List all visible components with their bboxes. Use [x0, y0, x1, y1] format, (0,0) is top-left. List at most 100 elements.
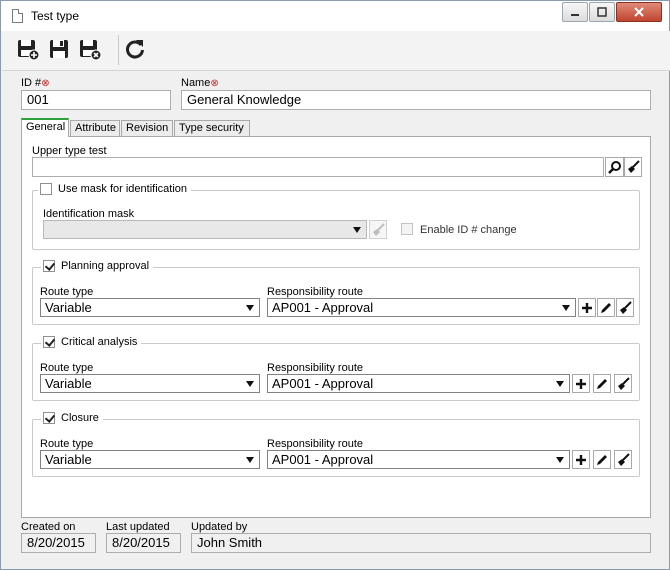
add-route-button[interactable]	[572, 374, 590, 393]
toolbar	[2, 31, 670, 71]
title-bar: Test type	[1, 1, 669, 31]
id-input[interactable]: 001	[21, 90, 171, 110]
route-type-label: Route type	[40, 286, 94, 298]
chevron-down-icon	[246, 381, 254, 387]
use-mask-checkbox[interactable]	[40, 183, 52, 195]
created-on-field: 8/20/2015	[21, 533, 96, 553]
clear-upper-type-button[interactable]	[624, 157, 642, 177]
upper-type-input[interactable]	[32, 157, 604, 177]
planning-approval-label: Planning approval	[61, 260, 150, 272]
clear-route-button[interactable]	[616, 298, 634, 317]
plus-icon	[582, 302, 592, 313]
responsibility-route-label: Responsibility route	[267, 286, 363, 298]
maximize-button[interactable]	[589, 2, 615, 22]
broom-icon	[618, 452, 630, 466]
test-type-window: Test type ID #⊗ 001 Name⊗ General Knowle…	[0, 0, 670, 570]
save-and-close-button[interactable]	[78, 37, 102, 61]
updated-by-label: Updated by	[191, 521, 248, 533]
identification-mask-label: Identification mask	[43, 208, 135, 220]
pencil-icon	[597, 378, 607, 389]
critical-analysis-group: Critical analysis Route type Variable Re…	[32, 336, 640, 401]
minimize-button[interactable]	[562, 2, 588, 22]
route-type-label: Route type	[40, 438, 94, 450]
id-label: ID #⊗	[21, 77, 50, 89]
chevron-down-icon	[246, 305, 254, 311]
clear-mask-button[interactable]	[369, 220, 387, 239]
broom-icon	[628, 160, 640, 173]
responsibility-route-select[interactable]: AP001 - Approval	[267, 374, 570, 393]
created-on-label: Created on	[21, 521, 76, 533]
pencil-icon	[597, 454, 607, 465]
refresh-icon	[126, 40, 144, 59]
window-title: Test type	[31, 9, 80, 23]
save-and-close-icon	[80, 40, 102, 61]
required-icon: ⊗	[41, 78, 50, 89]
document-icon	[12, 9, 23, 23]
edit-route-button[interactable]	[597, 298, 615, 317]
identification-mask-select[interactable]	[43, 220, 367, 239]
plus-icon	[576, 378, 586, 389]
tab-attribute[interactable]: Attribute	[70, 120, 120, 136]
edit-route-button[interactable]	[593, 450, 611, 469]
critical-analysis-checkbox[interactable]	[43, 336, 55, 348]
save-button[interactable]	[47, 37, 71, 61]
closure-checkbox[interactable]	[43, 412, 55, 424]
broom-icon	[373, 222, 385, 236]
mask-group: Use mask for identification Identificati…	[32, 183, 640, 250]
enable-id-change-label: Enable ID # change	[420, 224, 517, 236]
route-type-select[interactable]: Variable	[40, 374, 260, 393]
broom-icon	[620, 300, 632, 314]
use-mask-label: Use mask for identification	[58, 183, 187, 195]
pencil-icon	[601, 302, 611, 313]
route-type-label: Route type	[40, 362, 94, 374]
enable-id-change-checkbox[interactable]	[401, 223, 413, 235]
responsibility-route-select[interactable]: AP001 - Approval	[267, 450, 570, 469]
chevron-down-icon	[556, 381, 564, 387]
mask-legend: Use mask for identification	[38, 183, 191, 195]
updated-by-field: John Smith	[191, 533, 651, 553]
chevron-down-icon	[353, 227, 361, 233]
tab-type-security[interactable]: Type security	[174, 120, 250, 136]
save-and-new-button[interactable]	[16, 37, 40, 61]
maximize-icon	[597, 7, 607, 17]
save-and-new-icon	[18, 40, 40, 61]
clear-route-button[interactable]	[614, 450, 632, 469]
planning-approval-checkbox[interactable]	[43, 260, 55, 272]
search-icon	[607, 161, 621, 174]
responsibility-route-label: Responsibility route	[267, 362, 363, 374]
chevron-down-icon	[556, 457, 564, 463]
add-route-button[interactable]	[578, 298, 596, 317]
critical-analysis-legend: Critical analysis	[41, 336, 142, 348]
planning-approval-legend: Planning approval	[41, 260, 154, 272]
closure-label: Closure	[61, 412, 99, 424]
tab-general[interactable]: General	[21, 118, 69, 137]
chevron-down-icon	[562, 305, 570, 311]
route-type-select[interactable]: Variable	[40, 450, 260, 469]
responsibility-route-label: Responsibility route	[267, 438, 363, 450]
required-icon: ⊗	[210, 78, 219, 89]
last-updated-field: 8/20/2015	[106, 533, 181, 553]
refresh-button[interactable]	[123, 37, 147, 61]
critical-analysis-label: Critical analysis	[61, 336, 138, 348]
broom-icon	[618, 376, 630, 390]
add-route-button[interactable]	[572, 450, 590, 469]
route-type-select[interactable]: Variable	[40, 298, 260, 317]
last-updated-label: Last updated	[106, 521, 170, 533]
close-icon	[634, 7, 644, 17]
save-icon	[50, 40, 68, 58]
general-panel: Upper type test Use mask for identificat…	[21, 136, 651, 518]
search-button[interactable]	[605, 157, 624, 177]
clear-route-button[interactable]	[614, 374, 632, 393]
close-button[interactable]	[616, 2, 662, 22]
responsibility-route-select[interactable]: AP001 - Approval	[267, 298, 576, 317]
closure-group: Closure Route type Variable Responsibili…	[32, 412, 640, 477]
minimize-icon	[571, 14, 579, 16]
toolbar-separator	[118, 35, 119, 65]
chevron-down-icon	[246, 457, 254, 463]
name-input[interactable]: General Knowledge	[181, 90, 651, 110]
plus-icon	[576, 454, 586, 465]
planning-approval-group: Planning approval Route type Variable Re…	[32, 260, 640, 325]
name-label: Name⊗	[181, 77, 219, 89]
tab-revision[interactable]: Revision	[121, 120, 173, 136]
edit-route-button[interactable]	[593, 374, 611, 393]
